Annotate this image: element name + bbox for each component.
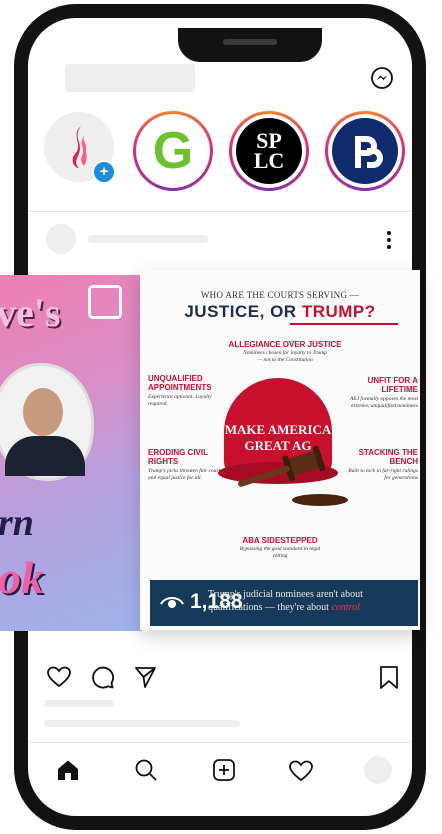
send-icon[interactable] xyxy=(133,665,158,690)
bookmark-icon[interactable] xyxy=(378,665,400,690)
g-logo-icon: G xyxy=(141,119,205,183)
left-word-bot: ok xyxy=(0,552,44,603)
infographic-footer: 1,188 Trump's judicial nominees aren't a… xyxy=(150,580,418,626)
label-stacking: STACKING THE BENCH xyxy=(358,448,418,466)
label-aba: ABA SIDESTEPPED xyxy=(242,536,318,545)
post-avatar[interactable] xyxy=(46,224,76,254)
sub-stacking: Built to lock in far-right rulings for g… xyxy=(348,468,418,481)
new-post-icon[interactable] xyxy=(212,758,236,782)
label-unqualified: UNQUALIFIED APPOINTMENTS xyxy=(148,374,212,392)
story-g[interactable]: G xyxy=(133,111,213,191)
infographic-title: JUSTICE, OR TRUMP? xyxy=(184,302,376,321)
likes-placeholder xyxy=(44,700,114,707)
left-word-mid: rn xyxy=(0,502,34,544)
activity-icon[interactable] xyxy=(288,759,314,783)
caption-placeholder xyxy=(44,720,240,727)
more-options-icon[interactable] xyxy=(386,229,392,251)
messenger-icon[interactable] xyxy=(370,66,394,90)
heart-icon[interactable] xyxy=(46,665,72,689)
pp-logo-icon xyxy=(332,118,398,184)
post-image-right[interactable]: WHO ARE THE COURTS SERVING — JUSTICE, OR… xyxy=(140,270,420,630)
sub-unqualified: Experience optional. Loyalty required. xyxy=(148,394,212,407)
comment-icon[interactable] xyxy=(90,665,115,690)
post-image-left[interactable]: ve's rn ok xyxy=(0,275,142,631)
search-icon[interactable] xyxy=(134,758,158,782)
infographic-eyebrow: WHO ARE THE COURTS SERVING — xyxy=(200,290,360,300)
profile-avatar[interactable] xyxy=(364,756,392,784)
post-username-placeholder xyxy=(88,235,208,243)
left-square-icon xyxy=(88,285,122,319)
sub-aba: Bypassing the gold standard in legal vet… xyxy=(239,546,321,559)
label-allegiance: ALLEGIANCE OVER JUSTICE xyxy=(228,340,342,349)
phone-notch xyxy=(178,28,322,62)
portrait-photo xyxy=(0,363,94,481)
splc-logo-icon: SP LC xyxy=(236,118,302,184)
sub-allegiance: Nominees chosen for loyalty to Trump — n… xyxy=(243,350,327,363)
username-placeholder xyxy=(65,64,195,92)
add-story-badge[interactable]: + xyxy=(92,160,116,184)
story-your-story[interactable]: + xyxy=(44,112,116,184)
sub-unfit: AEJ formally opposes the most extreme, u… xyxy=(349,396,418,409)
story-splc[interactable]: SP LC xyxy=(229,111,309,191)
eye-icon xyxy=(160,597,184,608)
story-pp[interactable] xyxy=(325,111,405,191)
title-underline xyxy=(290,323,398,325)
stories-divider xyxy=(28,211,412,212)
nav-divider xyxy=(28,742,412,743)
footer-text: Trump's judicial nominees aren't about q… xyxy=(208,589,363,613)
home-icon[interactable] xyxy=(56,758,80,782)
label-unfit: UNFIT FOR A LIFETIME xyxy=(367,376,418,394)
flame-logo-icon xyxy=(72,126,87,168)
gavel-icon xyxy=(238,445,348,506)
cap-text-line1: MAKE AMERICA xyxy=(224,422,332,437)
label-eroding: ERODING CIVIL RIGHTS xyxy=(148,448,208,466)
left-heading: ve's xyxy=(0,290,61,335)
sub-eroding: Trump's picks threaten fair courts and e… xyxy=(148,468,223,481)
